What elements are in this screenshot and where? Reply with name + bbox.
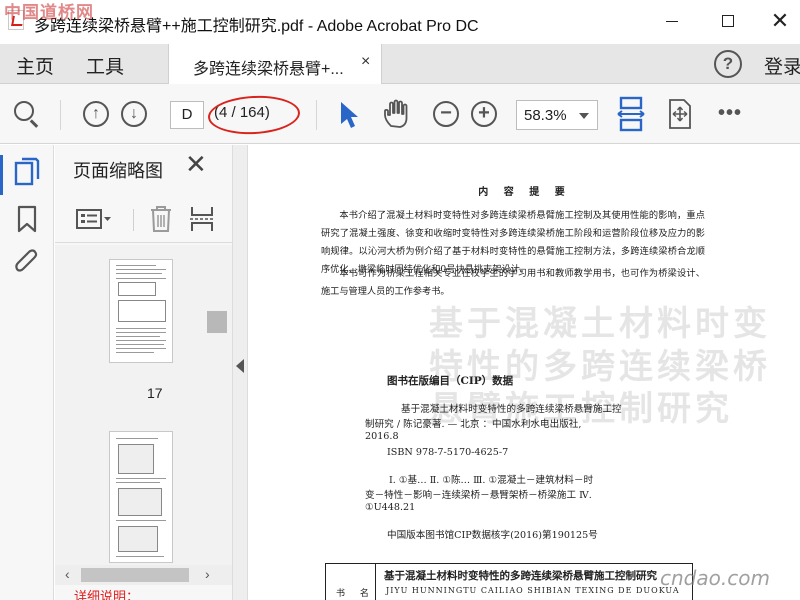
tools-tab[interactable]: 工具 bbox=[86, 52, 124, 79]
page-thumbnails-icon[interactable] bbox=[14, 157, 40, 187]
watermark-logo-bottom: cndao.com bbox=[660, 566, 770, 590]
cip-line: ISBN 978-7-5170-4625-7 bbox=[387, 447, 509, 458]
summary-paragraph: 本书可作为桥梁工程相关专业在校学生的学习用书和教师教学用书，也可作为桥梁设计、施… bbox=[321, 268, 705, 297]
page-number-input[interactable]: D bbox=[170, 101, 204, 129]
pdf-page: 基于混凝土材料时变特性的多跨连续梁桥悬臂施工控制研究 内 容 提 要 本书介绍了… bbox=[249, 145, 800, 600]
zoom-level-value: 58.3% bbox=[524, 107, 567, 124]
close-panel-icon[interactable]: ✕ bbox=[185, 151, 207, 177]
acrobat-window: 多跨连续梁桥悬臂++施工控制研究.pdf - Adobe Acrobat Pro… bbox=[0, 0, 800, 600]
zoom-level-select[interactable]: 58.3% bbox=[516, 100, 598, 130]
cip-line: 制研究 / 陈记豪著. — 北京 ：中国水利水电出版社, bbox=[365, 419, 582, 430]
cip-line: 2016.8 bbox=[365, 431, 399, 442]
zoom-in-icon[interactable]: + bbox=[471, 101, 497, 127]
previous-page-icon[interactable]: ↑ bbox=[83, 101, 109, 127]
cip-line: 中国版本图书馆CIP数据核字(2016)第190125号 bbox=[387, 530, 598, 541]
active-indicator bbox=[0, 155, 3, 195]
scroll-left-icon[interactable]: ‹ bbox=[65, 566, 70, 582]
maximize-button[interactable] bbox=[710, 6, 746, 36]
summary-heading: 内 容 提 要 bbox=[478, 187, 571, 198]
close-tab-icon[interactable]: × bbox=[361, 53, 370, 71]
home-tab[interactable]: 主页 bbox=[16, 52, 54, 79]
document-view[interactable]: 基于混凝土材料时变特性的多跨连续梁桥悬臂施工控制研究 内 容 提 要 本书介绍了… bbox=[249, 145, 800, 600]
title-bar: 多跨连续梁桥悬臂++施工控制研究.pdf - Adobe Acrobat Pro… bbox=[0, 0, 800, 44]
details-note: 详细说明： bbox=[74, 589, 140, 600]
help-icon[interactable]: ? bbox=[714, 50, 742, 78]
toolbar-separator bbox=[316, 100, 317, 130]
table-left-label: 书 名 bbox=[336, 589, 375, 599]
collapse-panel-icon[interactable] bbox=[236, 359, 244, 373]
bookmarks-icon[interactable] bbox=[16, 205, 38, 233]
close-window-button[interactable]: ✕ bbox=[762, 6, 798, 36]
insert-pages-icon[interactable] bbox=[189, 205, 215, 233]
zoom-out-icon[interactable]: − bbox=[433, 101, 459, 127]
page-thumbnails-panel: 页面缩略图 ✕ 17 ‹ › bbox=[55, 145, 232, 600]
cip-heading: 图书在版编目（CIP）数据 bbox=[387, 375, 514, 387]
highlight-annotation-oval bbox=[207, 93, 301, 137]
book-title: 基于混凝土材料时变特性的多跨连续梁桥悬臂施工控制研究 bbox=[384, 570, 657, 582]
attachments-icon[interactable] bbox=[14, 249, 40, 277]
book-info-table: 书 名 基于混凝土材料时变特性的多跨连续梁桥悬臂施工控制研究 JIYU HUNN… bbox=[325, 563, 693, 600]
table-left-cell: 书 名 bbox=[326, 564, 376, 600]
thumbnail-list: 17 bbox=[55, 245, 232, 565]
navigation-pane-strip bbox=[0, 145, 54, 600]
thumbnail-horizontal-scrollbar[interactable]: ‹ › bbox=[55, 565, 232, 585]
maximize-icon bbox=[722, 15, 734, 27]
chevron-down-icon bbox=[579, 113, 589, 119]
panel-title: 页面缩略图 bbox=[73, 161, 163, 181]
delete-pages-icon[interactable] bbox=[149, 205, 173, 233]
cip-line: ①U448.21 bbox=[365, 502, 416, 513]
document-tab[interactable]: 多跨连续梁桥悬臂+... × bbox=[168, 44, 382, 84]
full-screen-icon[interactable] bbox=[666, 98, 694, 130]
scrollbar-thumb[interactable] bbox=[207, 311, 227, 333]
document-tab-label: 多跨连续梁桥悬臂+... bbox=[193, 61, 344, 78]
thumbnail-page-number: 17 bbox=[147, 385, 163, 401]
toolbar-separator bbox=[60, 100, 61, 130]
panel-splitter[interactable] bbox=[232, 145, 248, 600]
cip-line: Ⅰ. ①基… Ⅱ. ①陈… Ⅲ. ①混凝土－建筑材料－时 bbox=[389, 475, 594, 486]
fit-page-width-icon[interactable] bbox=[617, 96, 645, 132]
more-options-icon[interactable]: ••• bbox=[718, 102, 742, 125]
page-thumbnail[interactable] bbox=[109, 259, 173, 363]
minimize-button[interactable] bbox=[654, 6, 690, 36]
minimize-icon bbox=[666, 20, 678, 22]
next-page-icon[interactable]: ↓ bbox=[121, 101, 147, 127]
page-thumbnail[interactable] bbox=[109, 431, 173, 563]
panel-toolbar bbox=[55, 197, 232, 243]
window-title: 多跨连续梁桥悬臂++施工控制研究.pdf - Adobe Acrobat Pro… bbox=[34, 18, 479, 35]
scrollbar-thumb[interactable] bbox=[81, 568, 189, 582]
menu-bar: 主页 工具 多跨连续梁桥悬臂+... × ? 登录 bbox=[0, 44, 800, 84]
cip-line: 基于混凝土材料时变特性的多跨连续梁桥悬臂施工控 bbox=[401, 404, 622, 415]
thumbnail-vertical-scrollbar[interactable] bbox=[207, 245, 229, 565]
scroll-right-icon[interactable]: › bbox=[205, 566, 210, 582]
panel-toolbar-separator bbox=[133, 209, 134, 231]
cip-line: 变－特性－影响－连续梁桥－悬臂架桥－桥梁施工 Ⅳ. bbox=[365, 490, 592, 501]
main-toolbar: ↑ ↓ D (4 / 164) − + 58.3% ••• bbox=[0, 84, 800, 144]
sign-in-button[interactable]: 登录 bbox=[764, 52, 800, 79]
thumbnail-options-icon[interactable] bbox=[75, 207, 113, 231]
hand-tool-icon[interactable] bbox=[382, 98, 412, 130]
search-icon[interactable] bbox=[14, 101, 34, 121]
select-cursor-icon[interactable] bbox=[338, 100, 360, 130]
book-title-pinyin: JIYU HUNNINGTU CAILIAO SHIBIAN TEXING DE… bbox=[386, 586, 680, 595]
watermark-logo-top: 中国道桥网 bbox=[4, 3, 94, 23]
